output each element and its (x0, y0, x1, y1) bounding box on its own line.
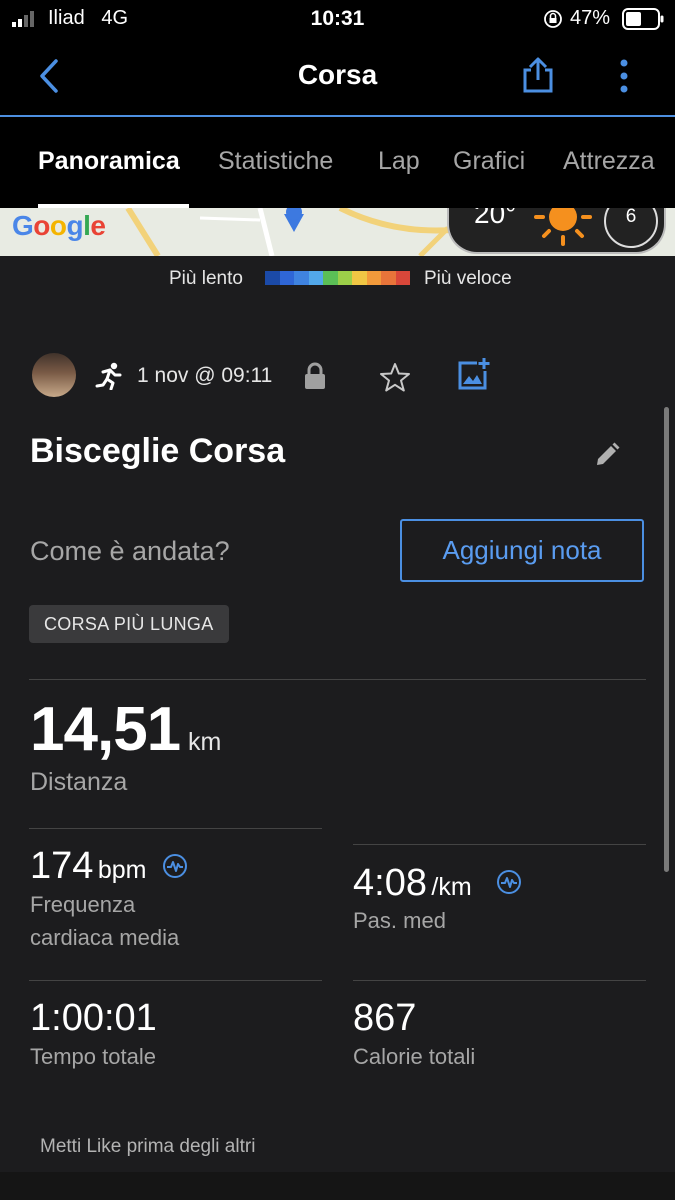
wind-indicator: 6 (604, 208, 658, 248)
divider (353, 980, 646, 981)
star-icon[interactable] (379, 362, 411, 392)
legend-slow-label: Più lento (169, 268, 243, 289)
calories-label: Calorie totali (353, 1044, 476, 1069)
achievement-badge: CORSA PIÙ LUNGA (29, 605, 229, 643)
share-icon[interactable] (521, 56, 555, 94)
avatar[interactable] (32, 353, 76, 397)
scrollbar[interactable] (664, 407, 669, 872)
heart-rate-label-line2: cardiaca media (30, 925, 180, 950)
like-prompt[interactable]: Metti Like prima degli altri (40, 1136, 255, 1158)
distance-value: 14,51 (30, 695, 181, 764)
legend-swatch (352, 271, 367, 285)
note-prompt: Come è andata? (30, 536, 230, 566)
pace-value: 4:08 (353, 862, 427, 904)
google-logo: Google (12, 210, 106, 241)
running-icon (95, 362, 122, 390)
legend-swatch (308, 271, 323, 285)
legend-swatch (265, 271, 280, 285)
pace-label: Pas. med (353, 908, 446, 933)
pace-color-legend (265, 271, 410, 285)
tab-bar: Panoramica Statistiche Lap Grafici Attre… (0, 117, 675, 208)
pace-stat[interactable]: 4:08 /km (353, 862, 472, 905)
heart-rate-stat[interactable]: 174 bpm (30, 845, 147, 888)
heart-rate-value: 174 (30, 845, 94, 887)
divider (29, 679, 646, 680)
heart-rate-label: Frequenza cardiaca media (30, 888, 179, 954)
nav-bar: Corsa (0, 38, 675, 115)
add-photo-icon[interactable] (457, 357, 491, 391)
distance-unit: km (188, 728, 222, 756)
total-time-value: 1:00:01 (30, 997, 157, 1039)
battery-icon (622, 8, 664, 30)
heart-rate-label-line1: Frequenza (30, 892, 136, 917)
tab-grafici[interactable]: Grafici (453, 147, 525, 176)
legend-swatch (294, 271, 309, 285)
divider (29, 980, 322, 981)
distance-label: Distanza (30, 768, 128, 796)
calories-value: 867 (353, 997, 417, 1039)
tab-lap[interactable]: Lap (378, 147, 420, 176)
legend-fast-label: Più veloce (424, 268, 512, 289)
heart-rate-unit: bpm (97, 856, 147, 884)
rotation-lock-icon (544, 10, 562, 28)
total-time-label: Tempo totale (30, 1044, 156, 1069)
heart-rate-sensor-icon (163, 854, 187, 878)
legend-swatch (395, 271, 410, 285)
legend-swatch (381, 271, 396, 285)
weather-widget: 20° 6 (447, 208, 666, 254)
activity-title: Bisceglie Corsa (30, 432, 286, 470)
more-vertical-icon[interactable] (618, 58, 630, 94)
tab-panoramica[interactable]: Panoramica (38, 147, 180, 176)
page-title: Corsa (297, 59, 378, 90)
route-map[interactable]: Google 20° 6 (0, 208, 675, 256)
activity-date: 1 nov @ 09:11 (137, 364, 273, 387)
wind-speed: 6 (625, 208, 637, 227)
sun-icon (534, 208, 592, 246)
lock-icon[interactable] (303, 362, 327, 390)
map-pin-icon (284, 208, 304, 232)
edit-pencil-icon[interactable] (594, 442, 620, 468)
legend-swatch (323, 271, 338, 285)
legend-swatch (337, 271, 352, 285)
legend-swatch (366, 271, 381, 285)
divider (353, 844, 646, 845)
pace-sensor-icon (497, 870, 521, 894)
tab-attrezza[interactable]: Attrezza (563, 147, 655, 176)
tab-statistiche[interactable]: Statistiche (218, 147, 333, 176)
bottom-bar (0, 1172, 675, 1200)
add-note-button[interactable]: Aggiungi nota (400, 519, 644, 582)
divider (29, 828, 322, 829)
temperature: 20° (474, 208, 517, 229)
status-bar: Iliad 4G 10:31 47% (0, 0, 675, 38)
legend-swatch (279, 271, 294, 285)
pace-unit: /km (431, 873, 472, 901)
battery-percent: 47% (570, 7, 611, 29)
